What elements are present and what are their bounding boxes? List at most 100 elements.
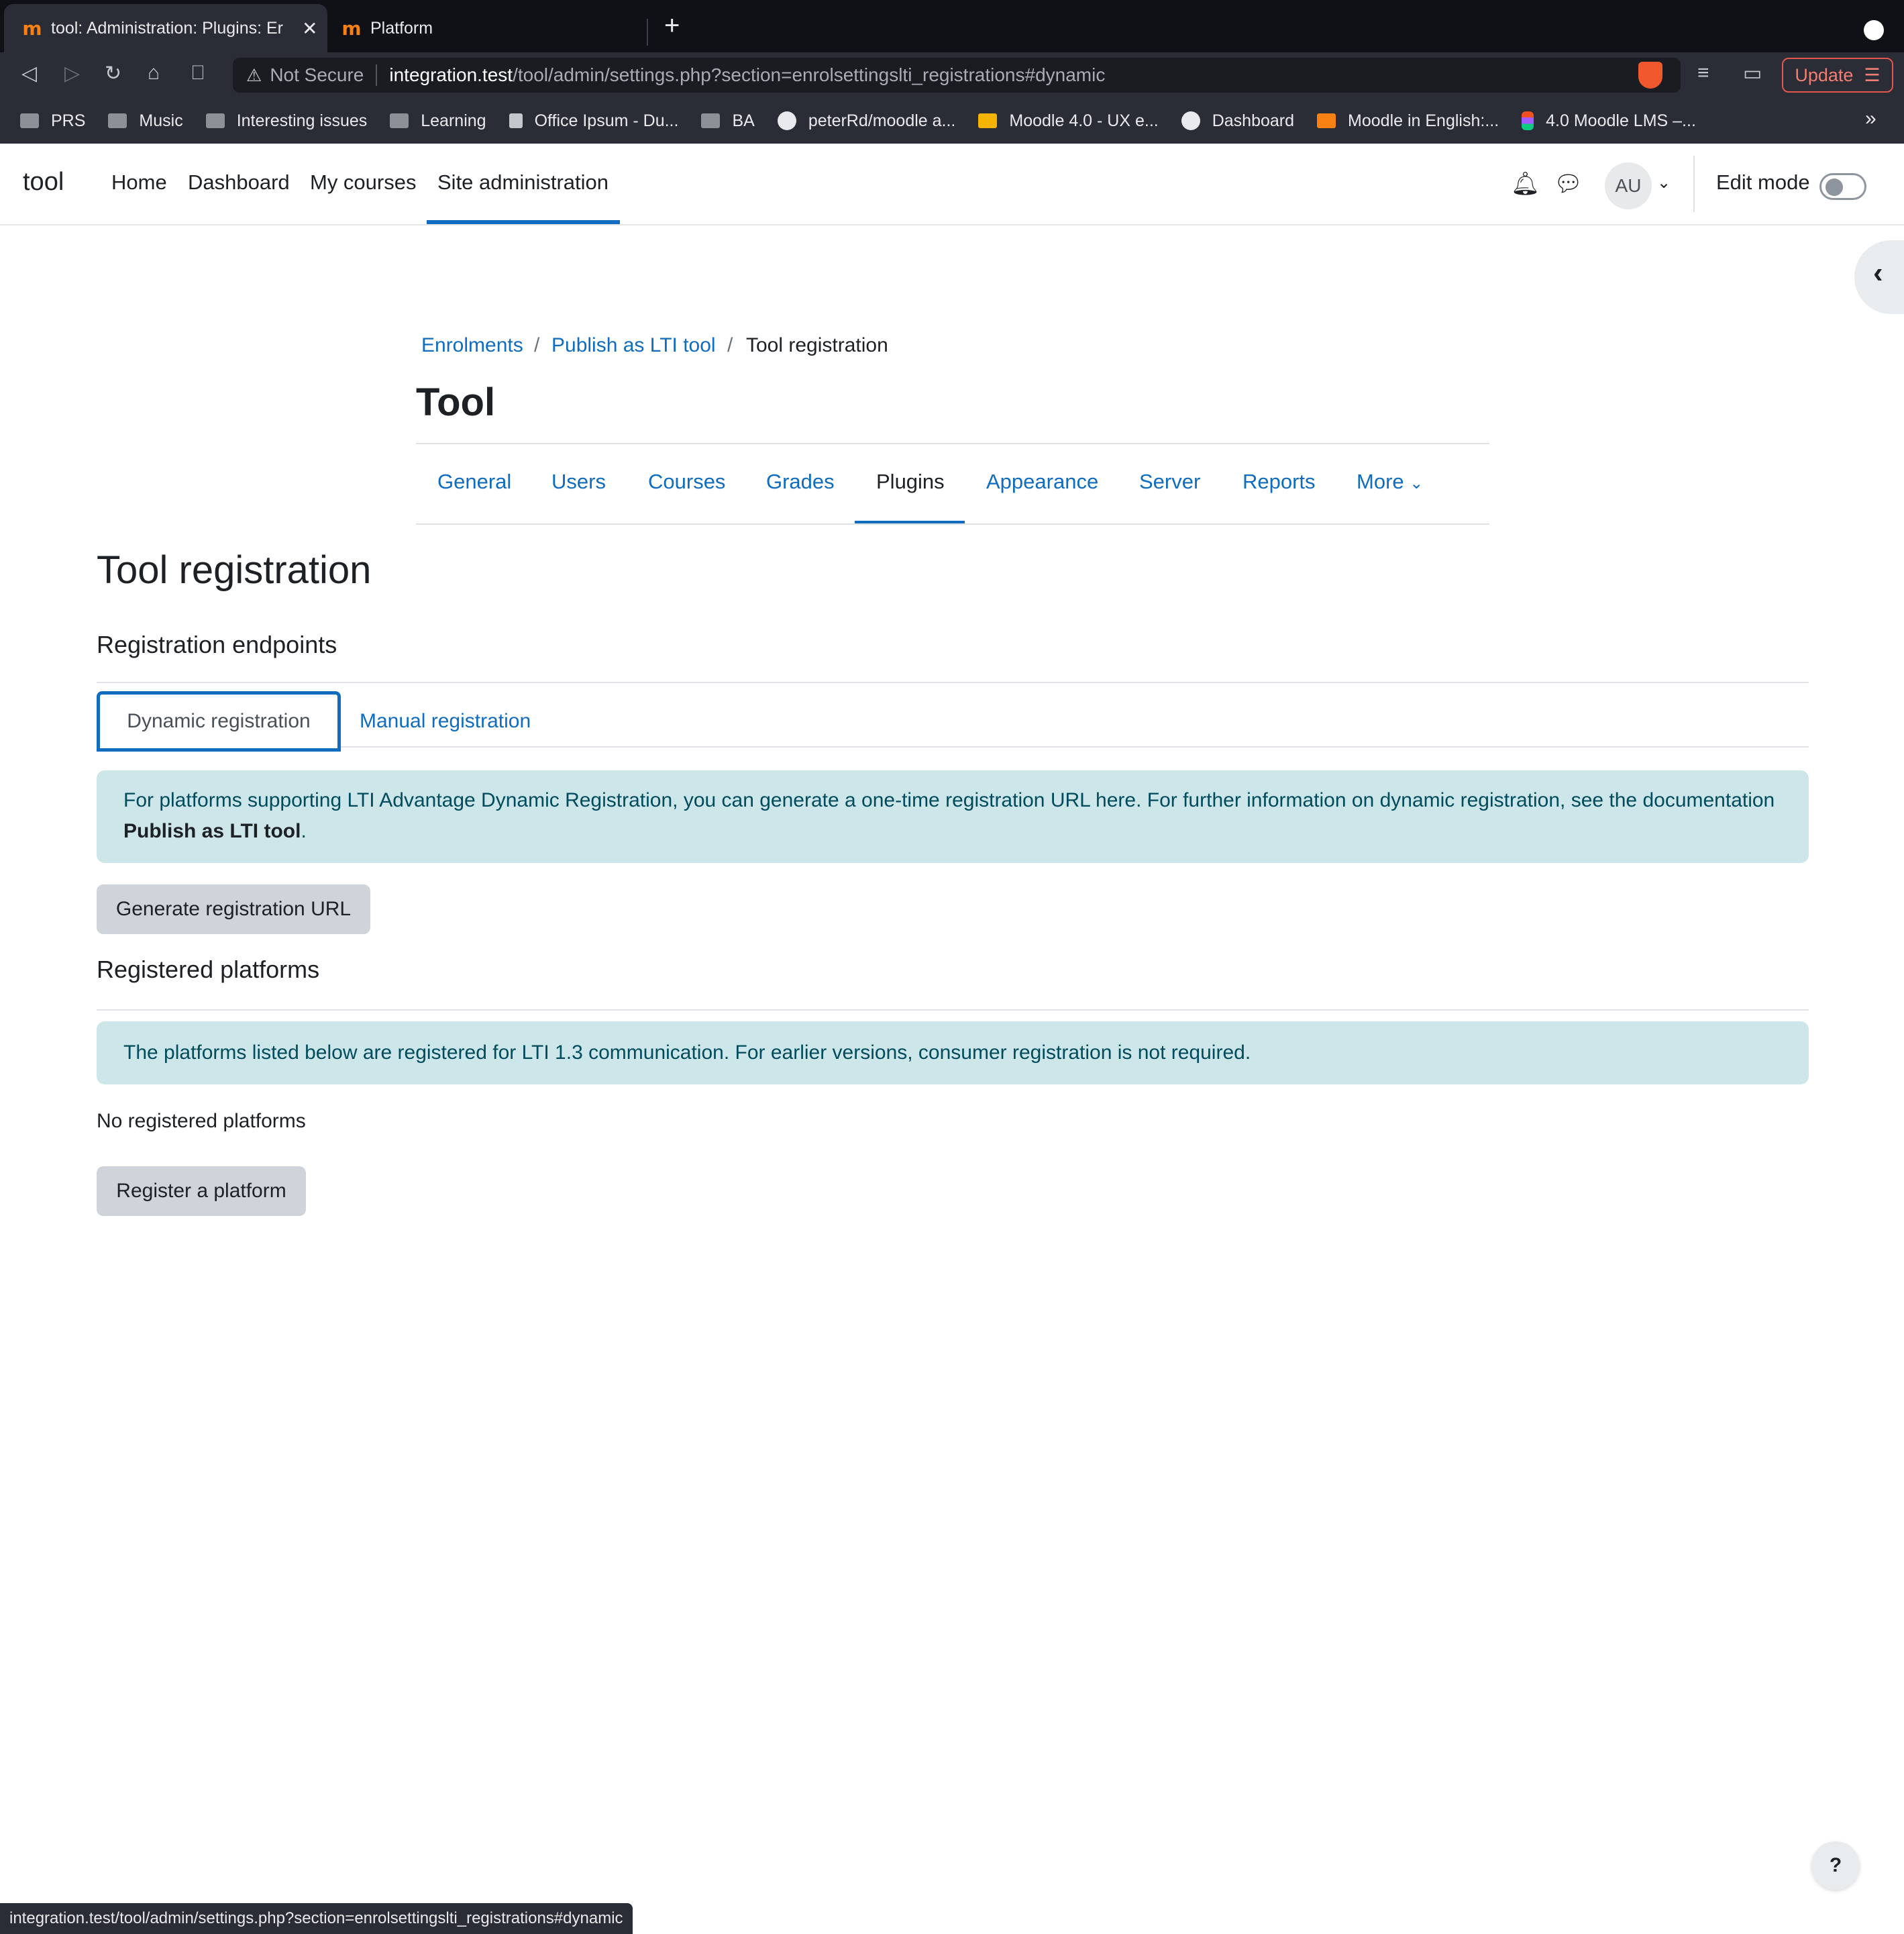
bookmark-moodle-english[interactable]: Moodle in English:... bbox=[1317, 111, 1499, 131]
registered-platforms-info: The platforms listed below are registere… bbox=[97, 1021, 1809, 1084]
bookmark-label: peterRd/moodle a... bbox=[808, 111, 956, 130]
warning-icon[interactable]: ⚠ bbox=[246, 65, 262, 86]
bookmark-music[interactable]: Music bbox=[108, 111, 183, 131]
bookmark-label: Interesting issues bbox=[236, 111, 368, 130]
bookmark-prs[interactable]: PRS bbox=[20, 111, 85, 131]
tab-reports[interactable]: Reports bbox=[1242, 470, 1316, 494]
bookmark-label: PRS bbox=[51, 111, 86, 130]
bookmark-label: Dashboard bbox=[1212, 111, 1295, 130]
toggle-knob bbox=[1826, 179, 1843, 196]
tab-more-label: More bbox=[1357, 470, 1404, 493]
moodle-icon bbox=[1317, 113, 1336, 128]
notifications-bell-icon[interactable]: 🔔︎ bbox=[1511, 170, 1540, 197]
bookmark-dashboard[interactable]: Dashboard bbox=[1181, 111, 1294, 131]
playlist-icon[interactable]: ≡ bbox=[1697, 62, 1709, 85]
tab-appearance[interactable]: Appearance bbox=[986, 470, 1098, 494]
folder-icon bbox=[701, 113, 721, 128]
tabs-border bbox=[97, 746, 1809, 748]
tab-more[interactable]: More ⌄ bbox=[1357, 470, 1423, 494]
bookmarks-bar: PRS Music Interesting issues Learning Of… bbox=[0, 98, 1904, 144]
bookmark-icon[interactable]: ⎕ bbox=[192, 62, 204, 85]
secondary-nav-border bbox=[416, 523, 1489, 525]
breadcrumb-current: Tool registration bbox=[746, 334, 888, 356]
navbar-divider bbox=[1693, 156, 1695, 212]
new-tab-button[interactable]: + bbox=[664, 11, 680, 41]
tab-dynamic-registration[interactable]: Dynamic registration bbox=[97, 691, 341, 752]
tab-divider bbox=[647, 19, 648, 46]
user-avatar[interactable]: AU bbox=[1605, 162, 1652, 209]
breadcrumb-enrolments[interactable]: Enrolments bbox=[421, 334, 523, 357]
reload-icon[interactable]: ↻ bbox=[105, 62, 121, 85]
registered-platforms-heading: Registered platforms bbox=[97, 956, 320, 983]
tab-users[interactable]: Users bbox=[551, 470, 606, 494]
wallet-icon[interactable]: ▭ bbox=[1743, 62, 1762, 85]
url-path[interactable]: /tool/admin/settings.php?section=enrolse… bbox=[513, 64, 1105, 86]
nav-dashboard[interactable]: Dashboard bbox=[188, 170, 290, 195]
figma-icon bbox=[1522, 111, 1534, 130]
moodle-favicon-icon: m bbox=[22, 17, 42, 40]
tab-general[interactable]: General bbox=[437, 470, 511, 494]
brave-shield-icon[interactable] bbox=[1638, 62, 1662, 89]
tab-server[interactable]: Server bbox=[1139, 470, 1200, 494]
register-platform-button[interactable]: Register a platform bbox=[97, 1166, 306, 1216]
bookmark-learning[interactable]: Learning bbox=[390, 111, 486, 131]
close-tab-icon[interactable]: ✕ bbox=[302, 17, 317, 40]
update-button[interactable]: Update ☰ bbox=[1782, 58, 1893, 93]
folder-icon bbox=[390, 113, 409, 128]
secondary-nav-border bbox=[416, 443, 1489, 444]
bookmarks-overflow-icon[interactable]: » bbox=[1865, 107, 1876, 130]
dynamic-registration-info: For platforms supporting LTI Advantage D… bbox=[97, 770, 1809, 863]
active-nav-indicator bbox=[427, 220, 620, 224]
tab-title: tool: Administration: Plugins: Er bbox=[51, 18, 283, 38]
info-text-end: . bbox=[301, 820, 307, 842]
url-separator bbox=[376, 64, 378, 86]
bookmark-moodle-ux[interactable]: Moodle 4.0 - UX e... bbox=[978, 111, 1159, 131]
back-icon[interactable]: ◁ bbox=[21, 62, 37, 85]
tab-grades[interactable]: Grades bbox=[766, 470, 835, 494]
page-title: Tool bbox=[416, 380, 496, 424]
edit-mode-toggle[interactable] bbox=[1819, 173, 1866, 200]
messages-icon[interactable]: 💬︎ bbox=[1554, 170, 1583, 197]
browser-tab-active[interactable]: m tool: Administration: Plugins: Er ✕ bbox=[4, 4, 327, 52]
nav-my-courses[interactable]: My courses bbox=[310, 170, 416, 195]
tab-courses[interactable]: Courses bbox=[648, 470, 725, 494]
bookmark-label: Learning bbox=[421, 111, 486, 130]
section-divider bbox=[97, 1009, 1809, 1011]
address-bar[interactable]: ⚠ Not Secure integration.test /tool/admi… bbox=[233, 58, 1681, 93]
tab-search-icon[interactable] bbox=[1864, 20, 1884, 40]
bookmark-ba[interactable]: BA bbox=[701, 111, 755, 131]
documentation-link[interactable]: Publish as LTI tool bbox=[123, 820, 301, 842]
browser-toolbar: ◁ ▷ ↻ ⌂ ⎕ ⚠ Not Secure integration.test … bbox=[0, 52, 1904, 98]
tab-plugins[interactable]: Plugins bbox=[876, 470, 945, 494]
breadcrumb-separator: / bbox=[534, 334, 540, 356]
url-host[interactable]: integration.test bbox=[389, 64, 513, 86]
home-icon[interactable]: ⌂ bbox=[148, 62, 160, 85]
nav-site-administration[interactable]: Site administration bbox=[437, 170, 609, 195]
security-label[interactable]: Not Secure bbox=[270, 64, 364, 86]
bookmark-office-ipsum[interactable]: Office Ipsum - Du... bbox=[509, 111, 678, 131]
moodle-navbar: tool Home Dashboard My courses Site admi… bbox=[0, 144, 1904, 225]
nav-home[interactable]: Home bbox=[111, 170, 167, 195]
info-text: For platforms supporting LTI Advantage D… bbox=[123, 789, 1775, 811]
chevron-down-icon: ⌄ bbox=[1410, 474, 1424, 493]
office-ipsum-icon bbox=[509, 113, 523, 128]
bookmark-label: 4.0 Moodle LMS –... bbox=[1546, 111, 1696, 130]
tab-manual-registration[interactable]: Manual registration bbox=[360, 710, 531, 733]
site-brand[interactable]: tool bbox=[23, 168, 64, 197]
chevron-down-icon[interactable]: ⌄ bbox=[1657, 173, 1671, 193]
bookmark-label: BA bbox=[732, 111, 755, 130]
generate-registration-url-button[interactable]: Generate registration URL bbox=[97, 884, 370, 934]
breadcrumb-separator: / bbox=[727, 334, 733, 356]
moodle-favicon-icon: m bbox=[341, 17, 361, 40]
bookmark-moodle-lms[interactable]: 4.0 Moodle LMS –... bbox=[1522, 111, 1696, 131]
menu-icon: ☰ bbox=[1864, 64, 1881, 85]
bookmark-label: Music bbox=[139, 111, 183, 130]
bookmark-github[interactable]: peterRd/moodle a... bbox=[777, 111, 956, 131]
slides-icon bbox=[978, 113, 998, 128]
breadcrumb-publish-lti[interactable]: Publish as LTI tool bbox=[551, 334, 716, 357]
forward-icon[interactable]: ▷ bbox=[64, 62, 80, 85]
bookmark-interesting-issues[interactable]: Interesting issues bbox=[205, 111, 368, 131]
browser-tab-platform[interactable]: m Platform bbox=[331, 4, 647, 52]
open-block-drawer-button[interactable]: ‹ bbox=[1854, 240, 1904, 314]
help-button[interactable]: ? bbox=[1811, 1841, 1860, 1890]
